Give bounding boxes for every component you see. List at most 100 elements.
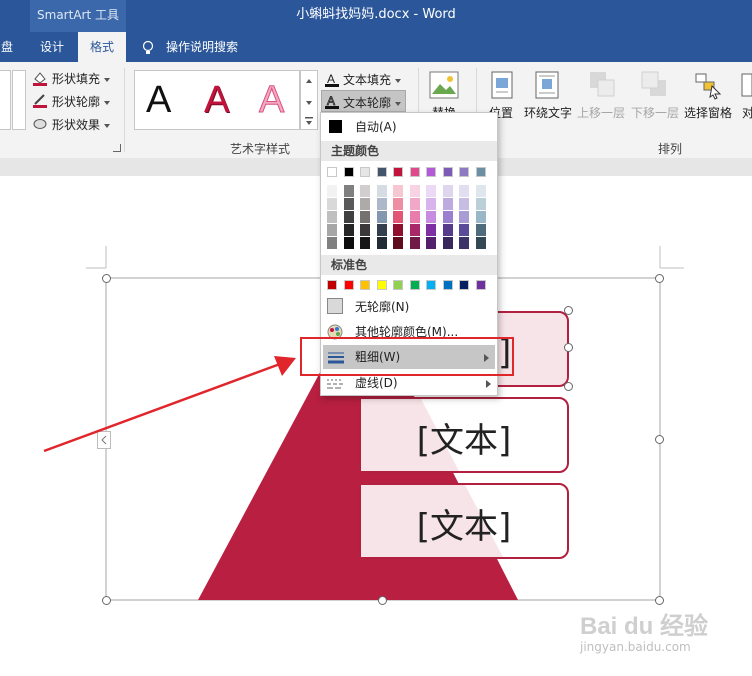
standard-color-swatch[interactable]: [393, 280, 403, 290]
shape-outline-button[interactable]: 形状轮廓: [52, 93, 111, 110]
dialog-launcher-icon[interactable]: [113, 144, 121, 152]
theme-shade-swatch[interactable]: [426, 224, 436, 236]
theme-shade-swatch[interactable]: [393, 224, 403, 236]
standard-color-swatch[interactable]: [475, 280, 486, 290]
theme-shade-swatch[interactable]: [360, 198, 370, 210]
text-fill-button[interactable]: 文本填充: [343, 71, 402, 88]
box-handle[interactable]: [564, 306, 573, 315]
wordart-style-black[interactable]: A: [146, 78, 171, 122]
theme-color-swatch[interactable]: [475, 167, 486, 177]
theme-shade-swatch[interactable]: [409, 211, 420, 223]
theme-shade-swatch[interactable]: [409, 237, 420, 249]
tell-me-search[interactable]: 操作说明搜索: [166, 32, 246, 62]
theme-shade-swatch[interactable]: [343, 211, 354, 223]
standard-color-swatch[interactable]: [376, 280, 387, 290]
theme-shade-swatch[interactable]: [376, 237, 387, 249]
theme-shade-swatch[interactable]: [393, 237, 403, 249]
theme-shade-swatch[interactable]: [426, 237, 436, 249]
theme-shade-swatch[interactable]: [360, 224, 370, 236]
smartart-text-box-2[interactable]: [文本]: [359, 397, 569, 473]
send-backward-button[interactable]: 下移一层: [631, 104, 679, 121]
theme-shade-swatch[interactable]: [360, 211, 370, 223]
resize-handle[interactable]: [655, 435, 664, 444]
standard-color-swatch[interactable]: [426, 280, 436, 290]
theme-shade-swatch[interactable]: [360, 237, 370, 249]
theme-shade-swatch[interactable]: [376, 211, 387, 223]
theme-shade-swatch[interactable]: [327, 185, 337, 197]
theme-color-swatch[interactable]: [327, 167, 337, 177]
resize-handle[interactable]: [102, 596, 111, 605]
theme-shade-swatch[interactable]: [475, 211, 486, 223]
theme-shade-swatch[interactable]: [376, 198, 387, 210]
resize-handle[interactable]: [102, 274, 111, 283]
theme-shade-swatch[interactable]: [376, 224, 387, 236]
theme-shade-swatch[interactable]: [442, 198, 453, 210]
standard-color-swatch[interactable]: [459, 280, 469, 290]
theme-shade-swatch[interactable]: [393, 198, 403, 210]
theme-shade-swatch[interactable]: [343, 198, 354, 210]
theme-shade-swatch[interactable]: [459, 198, 469, 210]
shape-effects-button[interactable]: 形状效果: [52, 116, 111, 133]
wordart-style-pink[interactable]: A: [258, 78, 284, 122]
theme-shade-swatch[interactable]: [393, 211, 403, 223]
theme-color-swatch[interactable]: [459, 167, 469, 177]
theme-shade-swatch[interactable]: [409, 224, 420, 236]
theme-shade-swatch[interactable]: [426, 185, 436, 197]
theme-shade-swatch[interactable]: [459, 224, 469, 236]
theme-shade-swatch[interactable]: [459, 237, 469, 249]
theme-shade-swatch[interactable]: [343, 237, 354, 249]
shape-gallery-scroll[interactable]: [12, 70, 26, 130]
standard-color-swatch[interactable]: [343, 280, 354, 290]
theme-shade-swatch[interactable]: [426, 211, 436, 223]
standard-color-swatch[interactable]: [360, 280, 370, 290]
selection-pane-button[interactable]: 选择窗格: [684, 104, 732, 121]
resize-handle[interactable]: [655, 274, 664, 283]
wordart-style-red[interactable]: A: [204, 78, 229, 122]
theme-color-swatch[interactable]: [393, 167, 403, 177]
theme-color-swatch[interactable]: [376, 167, 387, 177]
theme-color-swatch[interactable]: [409, 167, 420, 177]
shape-fill-button[interactable]: 形状填充: [52, 70, 111, 87]
tab-format[interactable]: 格式: [78, 32, 126, 62]
theme-shade-swatch[interactable]: [459, 185, 469, 197]
theme-shade-swatch[interactable]: [393, 185, 403, 197]
theme-shade-swatch[interactable]: [459, 211, 469, 223]
menu-item-automatic[interactable]: 自动(A): [321, 115, 497, 139]
theme-shade-swatch[interactable]: [475, 237, 486, 249]
theme-color-swatch[interactable]: [360, 167, 370, 177]
theme-shade-swatch[interactable]: [327, 224, 337, 236]
theme-shade-swatch[interactable]: [343, 224, 354, 236]
theme-shade-swatch[interactable]: [475, 198, 486, 210]
theme-shade-swatch[interactable]: [426, 198, 436, 210]
theme-color-swatch[interactable]: [442, 167, 453, 177]
shape-styles-gallery-edge[interactable]: [0, 70, 11, 130]
resize-handle[interactable]: [655, 596, 664, 605]
theme-shade-swatch[interactable]: [409, 198, 420, 210]
theme-shade-swatch[interactable]: [376, 185, 387, 197]
theme-shade-swatch[interactable]: [442, 211, 453, 223]
wordart-gallery-scroll[interactable]: [300, 70, 318, 130]
theme-shade-swatch[interactable]: [327, 237, 337, 249]
wrap-text-button[interactable]: 环绕文字: [524, 104, 572, 121]
menu-item-no-outline[interactable]: 无轮廓(N): [321, 295, 497, 319]
standard-color-swatch[interactable]: [409, 280, 420, 290]
theme-shade-swatch[interactable]: [475, 185, 486, 197]
standard-color-swatch[interactable]: [442, 280, 453, 290]
theme-color-swatch[interactable]: [343, 167, 354, 177]
tab-partial[interactable]: 盘: [0, 32, 14, 62]
theme-shade-swatch[interactable]: [475, 224, 486, 236]
bring-forward-button[interactable]: 上移一层: [577, 104, 625, 121]
box-handle[interactable]: [564, 382, 573, 391]
theme-shade-swatch[interactable]: [360, 185, 370, 197]
theme-shade-swatch[interactable]: [442, 224, 453, 236]
theme-shade-swatch[interactable]: [442, 185, 453, 197]
resize-handle[interactable]: [378, 596, 387, 605]
align-partial-button[interactable]: 对: [742, 104, 752, 121]
tab-design[interactable]: 设计: [30, 32, 74, 62]
theme-shade-swatch[interactable]: [409, 185, 420, 197]
theme-shade-swatch[interactable]: [442, 237, 453, 249]
theme-shade-swatch[interactable]: [343, 185, 354, 197]
smartart-text-box-3[interactable]: [文本]: [359, 483, 569, 559]
box-handle[interactable]: [564, 343, 573, 352]
theme-shade-swatch[interactable]: [327, 198, 337, 210]
